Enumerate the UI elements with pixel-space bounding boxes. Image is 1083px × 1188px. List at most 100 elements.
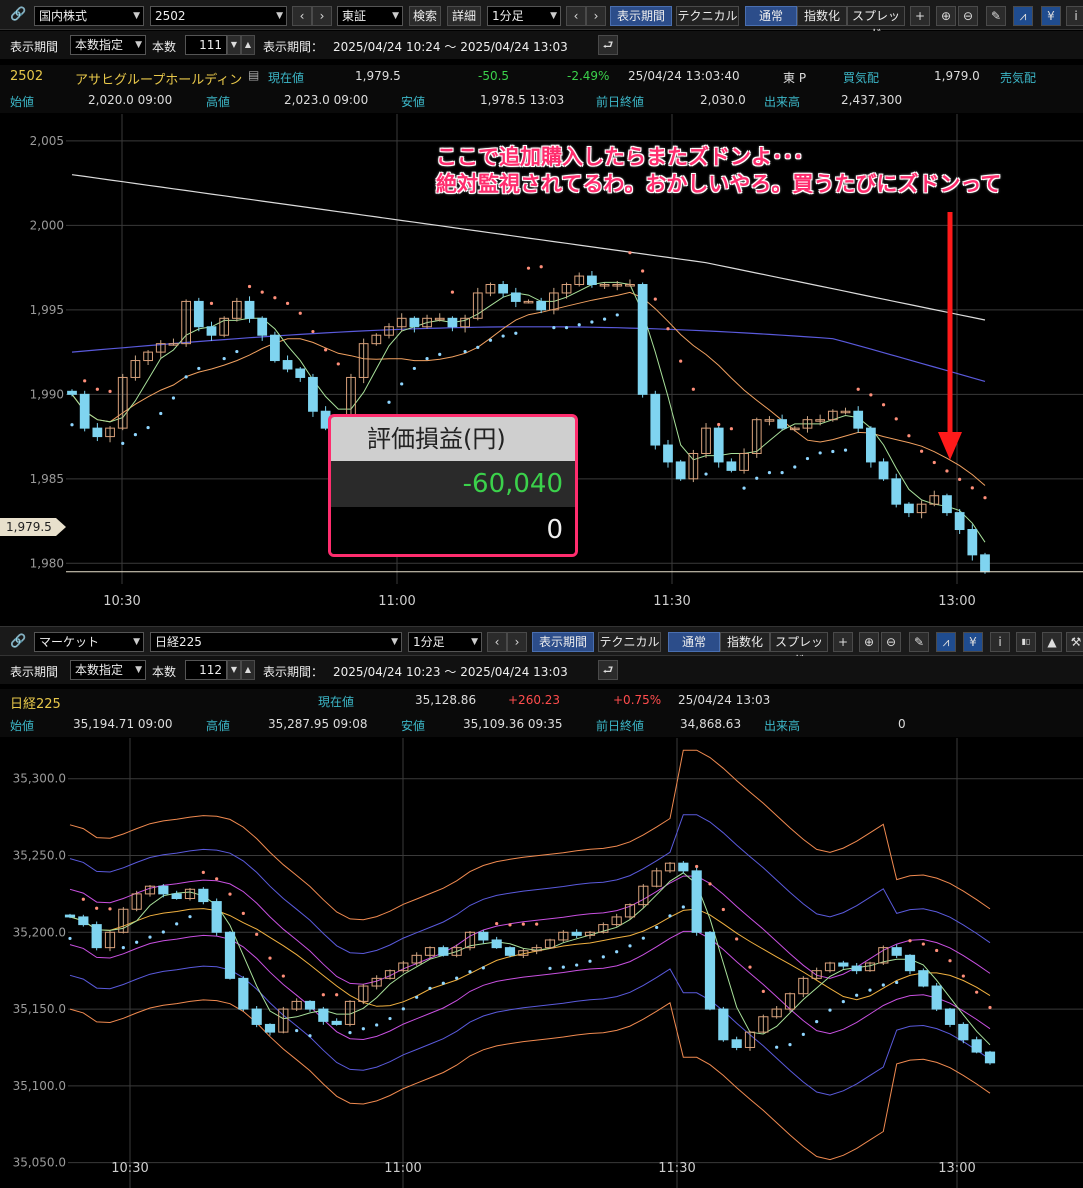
bid-label: 買気配 <box>843 71 880 85</box>
sar-dot <box>975 990 979 994</box>
crosshair-icon[interactable]: + <box>910 6 930 26</box>
period-button[interactable]: 表示期間 <box>610 6 672 26</box>
document-icon[interactable]: ▤ <box>248 68 259 82</box>
chart-line-icon[interactable]: ⩘ <box>1013 6 1033 26</box>
index-button[interactable]: 指数化 <box>797 6 847 26</box>
sar-dot <box>146 425 150 430</box>
sar-dot <box>548 966 552 970</box>
technical-button[interactable]: テクニカル <box>676 6 739 26</box>
sar-dot <box>552 326 556 330</box>
sar-dot <box>348 1031 352 1035</box>
chevron-down-icon: ▼ <box>391 637 398 647</box>
normal-button[interactable]: 通常 <box>745 6 797 26</box>
volume-label: 出来高 <box>764 719 801 733</box>
next-arrow-icon[interactable]: › <box>312 6 332 26</box>
candle-body <box>510 292 521 302</box>
index-code-input[interactable]: 日経225 ▼ <box>150 632 402 652</box>
candle-body <box>704 931 716 1010</box>
y-tick-label: 35,050.0 <box>13 1156 66 1170</box>
chart-line-icon[interactable]: ⩘ <box>936 632 956 652</box>
interval-select-value: 1分足 <box>492 9 524 23</box>
candle-body <box>571 931 582 936</box>
sar-dot <box>375 1023 379 1027</box>
crosshair-icon[interactable]: + <box>833 632 853 652</box>
sar-dot <box>601 955 605 959</box>
link-icon[interactable]: 🔗 <box>10 7 26 22</box>
sar-dot <box>336 362 340 366</box>
link-icon[interactable]: 🔗 <box>10 634 26 649</box>
exchange-select[interactable]: 東証 ▼ <box>337 6 403 26</box>
normal-button[interactable]: 通常 <box>668 632 720 652</box>
candle-body <box>193 300 204 328</box>
y-tick-label: 35,250.0 <box>13 849 66 863</box>
search-button[interactable]: 検索 <box>409 6 441 26</box>
spread-button[interactable]: スプレッド <box>770 632 828 667</box>
sar-dot <box>108 389 112 393</box>
sar-dot <box>428 986 432 990</box>
yen-icon[interactable]: ¥ <box>963 632 983 652</box>
y-tick-label: 35,300.0 <box>13 772 66 786</box>
detail-button[interactable]: 詳細 <box>447 6 481 26</box>
spin-down-icon[interactable]: ▼ <box>227 660 241 680</box>
spread-button[interactable]: スプレッド <box>847 6 905 41</box>
zoom-out-icon[interactable]: ⊖ <box>881 632 901 652</box>
candle-body <box>971 1039 982 1053</box>
low-value: 35,109.36 09:35 <box>463 717 563 731</box>
return-icon[interactable]: ⮐ <box>598 660 618 680</box>
pencil-icon[interactable]: ✎ <box>986 6 1006 26</box>
sar-dot <box>961 974 965 978</box>
open-value: 35,194.71 09:00 <box>73 717 173 731</box>
sar-dot <box>721 907 725 912</box>
spin-down-icon[interactable]: ▼ <box>227 35 241 55</box>
sar-dot <box>281 974 285 978</box>
prev-arrow-icon[interactable]: ‹ <box>292 6 312 26</box>
count-input[interactable]: 111 <box>185 35 227 55</box>
market-select[interactable]: マーケット ▼ <box>34 632 144 652</box>
wrench-icon[interactable]: ⚒ <box>1066 632 1083 652</box>
sar-dot <box>615 313 619 317</box>
index-button[interactable]: 指数化 <box>720 632 770 652</box>
period-mode-select[interactable]: 本数指定 ▼ <box>70 35 146 55</box>
bollinger-outer-lower <box>69 999 991 1161</box>
my-chart-icon[interactable]: ▮▯ <box>1016 632 1036 652</box>
info-icon[interactable]: i <box>1066 6 1083 26</box>
next-arrow-icon[interactable]: › <box>586 6 606 26</box>
return-icon[interactable]: ⮐ <box>598 35 618 55</box>
current-value: 1,979.5 <box>355 69 401 83</box>
candle-body <box>931 985 942 1010</box>
index-candlestick-chart[interactable]: 35,300.0 35,250.0 35,200.0 35,150.0 35,100.0… <box>0 738 1083 1188</box>
area-chart-icon[interactable]: ▲ <box>1042 632 1062 652</box>
spin-up-icon[interactable]: ▲ <box>241 35 255 55</box>
sar-dot <box>188 915 192 919</box>
period-button[interactable]: 表示期間 <box>532 632 594 652</box>
sar-dot <box>704 472 708 476</box>
zoom-in-icon[interactable]: ⊕ <box>936 6 956 26</box>
count-input[interactable]: 112 <box>185 660 227 680</box>
change-pct: +0.75% <box>613 693 662 707</box>
period-mode-select[interactable]: 本数指定 ▼ <box>70 660 146 680</box>
info-icon[interactable]: i <box>990 632 1010 652</box>
sar-dot <box>70 423 74 427</box>
technical-button[interactable]: テクニカル <box>598 632 661 652</box>
prev-arrow-icon[interactable]: ‹ <box>566 6 586 26</box>
candle-body <box>587 275 597 286</box>
market-select-value: マーケット <box>39 635 100 649</box>
market-select[interactable]: 国内株式 ▼ <box>34 6 144 26</box>
spin-up-icon[interactable]: ▲ <box>241 660 255 680</box>
candle-body <box>264 1023 276 1033</box>
candle-body <box>270 334 280 362</box>
zoom-in-icon[interactable]: ⊕ <box>859 632 879 652</box>
code-input[interactable]: 2502 ▼ <box>150 6 287 26</box>
pnl-panel: 評価損益(円) -60,040 0 <box>328 414 578 557</box>
annotation-line-1: ここで追加購入したらまたズドンよ･･･ <box>436 145 804 169</box>
interval-select[interactable]: 1分足 ▼ <box>487 6 561 26</box>
prev-arrow-icon[interactable]: ‹ <box>487 632 507 652</box>
interval-select-value: 1分足 <box>413 635 445 649</box>
interval-select[interactable]: 1分足 ▼ <box>408 632 482 652</box>
next-arrow-icon[interactable]: › <box>507 632 527 652</box>
yen-icon[interactable]: ¥ <box>1041 6 1061 26</box>
zoom-out-icon[interactable]: ⊖ <box>958 6 978 26</box>
sar-dot <box>463 349 467 354</box>
pencil-icon[interactable]: ✎ <box>909 632 929 652</box>
high-label: 高値 <box>206 95 231 109</box>
